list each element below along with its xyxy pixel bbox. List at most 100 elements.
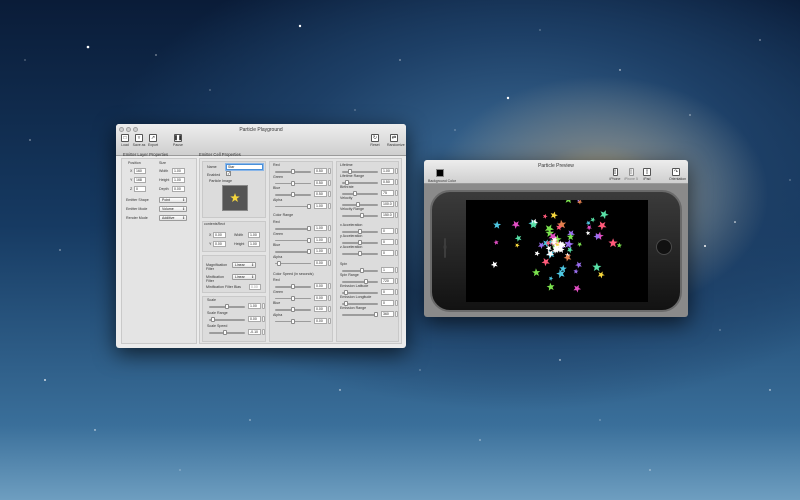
color-range-red-field[interactable]: 1.00 [314, 225, 327, 231]
background-color-well[interactable] [436, 169, 444, 177]
scale-scale-speed-slider[interactable] [209, 330, 245, 335]
emission-spin-slider-knob[interactable] [359, 268, 364, 273]
size-depth-field[interactable]: 0.00 [172, 186, 185, 192]
color-speed-blue-field[interactable]: 0.00 [314, 306, 327, 312]
color-range-blue-stepper[interactable] [328, 248, 331, 254]
emission-birthrate-field[interactable]: 75 [381, 190, 394, 196]
emission-emission-longitude-stepper[interactable] [395, 300, 398, 306]
color-range-alpha-slider[interactable] [275, 260, 311, 266]
acceleration-x-acceleration-slider[interactable] [342, 229, 378, 234]
color-speed-blue-stepper[interactable] [328, 306, 331, 312]
scale-scale-range-slider[interactable] [209, 317, 245, 322]
scale-scale-range-slider-knob[interactable] [210, 317, 215, 322]
cell-name-field[interactable]: Star [226, 164, 263, 170]
emission-birthrate-stepper[interactable] [395, 190, 398, 196]
emission-emission-range-field[interactable]: 360 [381, 311, 394, 317]
save-as-button[interactable]: ▿ Save as [132, 134, 146, 147]
emission-emission-range-slider-knob[interactable] [374, 312, 378, 317]
acceleration-z-acceleration-slider-knob[interactable] [358, 251, 362, 256]
emission-emission-longitude-field[interactable]: 0 [381, 300, 394, 306]
scale-scale-speed-stepper[interactable] [262, 329, 265, 335]
emission-lifetime-range-stepper[interactable] [395, 179, 398, 185]
enabled-checkbox[interactable]: ✓ [226, 171, 231, 176]
position-y-field[interactable]: 168 [134, 177, 146, 183]
contents-rect-height-field[interactable]: 1.00 [248, 241, 260, 247]
acceleration-z-acceleration-field[interactable]: 0 [381, 250, 394, 256]
color-green-slider[interactable] [275, 180, 311, 186]
emission-lifetime-slider[interactable] [342, 169, 378, 174]
emission-spin-stepper[interactable] [395, 267, 398, 273]
color-range-green-stepper[interactable] [328, 236, 331, 243]
render-mode-popup[interactable]: Additive [159, 215, 187, 221]
emission-velocity-range-field[interactable]: 150.0 [381, 212, 394, 218]
scale-scale-range-stepper[interactable] [262, 316, 265, 322]
emitter-shape-popup[interactable]: Point [159, 197, 187, 203]
color-range-alpha-stepper[interactable] [328, 259, 331, 266]
color-range-blue-field[interactable]: 1.00 [314, 248, 327, 254]
color-range-red-slider-knob[interactable] [307, 226, 311, 231]
color-speed-alpha-field[interactable]: 0.00 [314, 317, 327, 324]
reset-button[interactable]: ↻ Reset [368, 134, 382, 147]
color-alpha-stepper[interactable] [328, 202, 331, 209]
emission-lifetime-range-slider[interactable] [342, 180, 378, 185]
emission-spin-range-field[interactable]: 720 [381, 278, 394, 284]
color-range-blue-slider[interactable] [275, 249, 311, 254]
contents-rect-width-field[interactable]: 1.00 [248, 232, 260, 238]
color-blue-stepper[interactable] [328, 191, 331, 197]
acceleration-y-acceleration-field[interactable]: 0 [381, 239, 394, 245]
color-speed-red-slider[interactable] [275, 284, 311, 289]
emission-emission-latitude-field[interactable]: 0 [381, 289, 394, 295]
color-speed-red-slider-knob[interactable] [291, 284, 295, 289]
color-range-green-slider[interactable] [275, 237, 311, 243]
color-range-alpha-slider-knob[interactable] [276, 260, 281, 266]
emission-spin-range-slider[interactable] [342, 279, 378, 284]
emission-birthrate-slider-knob[interactable] [353, 191, 358, 196]
position-z-field[interactable]: 0 [134, 186, 146, 192]
emission-velocity-slider[interactable] [342, 202, 378, 207]
emission-emission-latitude-stepper[interactable] [395, 289, 398, 295]
color-range-blue-slider-knob[interactable] [307, 249, 311, 254]
color-speed-blue-slider[interactable] [275, 307, 311, 312]
emission-velocity-range-slider-knob[interactable] [359, 213, 364, 218]
minification-bias-field[interactable]: 0.00 [249, 284, 261, 290]
emission-spin-field[interactable]: 1 [381, 267, 394, 273]
emission-emission-longitude-slider[interactable] [342, 301, 378, 306]
color-speed-green-field[interactable]: 0.00 [314, 294, 327, 301]
emitter-mode-popup[interactable]: Volume [159, 206, 187, 212]
color-alpha-slider[interactable] [275, 203, 311, 209]
color-range-green-slider-knob[interactable] [307, 237, 311, 243]
scale-scale-range-field[interactable]: 0.00 [248, 316, 261, 322]
color-speed-green-slider-knob[interactable] [291, 295, 295, 301]
color-speed-red-field[interactable]: 0.00 [314, 283, 327, 289]
load-button[interactable]: □ Load [118, 134, 132, 147]
color-speed-green-stepper[interactable] [328, 294, 331, 301]
color-green-field[interactable]: 0.50 [314, 179, 327, 186]
color-alpha-field[interactable]: 1.00 [314, 202, 327, 209]
emission-lifetime-stepper[interactable] [395, 168, 398, 174]
color-speed-blue-slider-knob[interactable] [291, 307, 295, 312]
size-height-field[interactable]: 1.00 [172, 177, 185, 183]
emission-velocity-range-slider[interactable] [342, 213, 378, 218]
scale-scale-slider[interactable] [209, 304, 245, 309]
pause-button[interactable]: ❚❚ Pause [171, 134, 185, 147]
emission-velocity-field[interactable]: 100.0 [381, 201, 394, 207]
color-red-slider[interactable] [275, 169, 311, 174]
acceleration-x-acceleration-field[interactable]: 0 [381, 228, 394, 234]
color-alpha-slider-knob[interactable] [307, 203, 311, 209]
color-speed-green-slider[interactable] [275, 295, 311, 301]
size-width-field[interactable]: 1.00 [172, 168, 185, 174]
color-red-stepper[interactable] [328, 168, 331, 174]
color-blue-field[interactable]: 0.50 [314, 191, 327, 197]
color-red-field[interactable]: 0.50 [314, 168, 327, 174]
color-speed-alpha-slider-knob[interactable] [291, 318, 295, 324]
color-red-slider-knob[interactable] [291, 169, 295, 174]
color-range-green-field[interactable]: 1.00 [314, 236, 327, 243]
emission-emission-range-stepper[interactable] [395, 311, 398, 317]
contents-rect-y-field[interactable]: 0.00 [213, 241, 226, 247]
emission-spin-range-stepper[interactable] [395, 278, 398, 284]
color-speed-alpha-stepper[interactable] [328, 317, 331, 324]
emission-emission-range-slider[interactable] [342, 312, 378, 317]
color-range-alpha-field[interactable]: 0.00 [314, 259, 327, 266]
emission-emission-latitude-slider[interactable] [342, 290, 378, 295]
ipad-button[interactable]: ▯ iPad [640, 168, 654, 181]
